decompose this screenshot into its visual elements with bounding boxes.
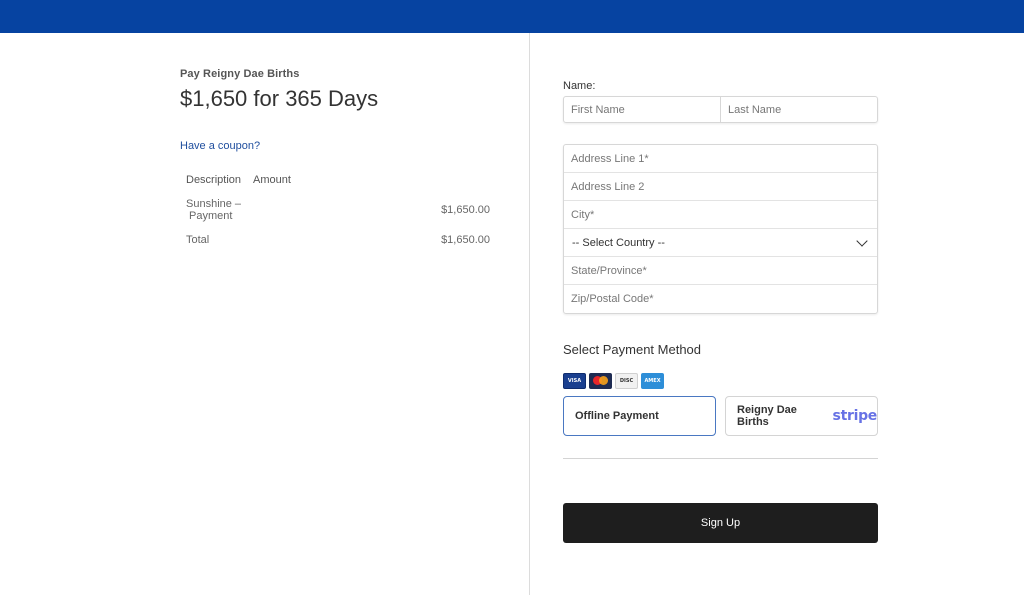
country-select-value: -- Select Country --	[572, 236, 665, 249]
stripe-logo: stripe	[832, 408, 878, 424]
state-input[interactable]	[564, 257, 877, 284]
discover-icon: DISC	[615, 373, 638, 389]
coupon-link[interactable]: Have a coupon?	[180, 140, 260, 152]
total-label: Total	[186, 234, 210, 246]
amex-icon: AMEX	[641, 373, 664, 389]
line-description: Sunshine – Payment	[186, 198, 242, 222]
description-header: Description	[186, 174, 242, 186]
price-title: $1,650 for 365 Days	[180, 86, 379, 111]
order-summary: Pay Reigny Dae Births $1,650 for 365 Day…	[180, 68, 500, 252]
zip-input[interactable]	[564, 285, 877, 313]
city-input[interactable]	[564, 201, 877, 228]
address-line-2-input[interactable]	[564, 173, 877, 200]
country-select[interactable]: -- Select Country --	[564, 229, 877, 257]
stripe-payment-option[interactable]: Reigny Dae Births stripe	[725, 396, 878, 436]
payment-method-title: Select Payment Method	[563, 342, 702, 357]
chevron-down-icon	[856, 234, 868, 247]
line-amount: $1,650.00	[441, 204, 490, 216]
name-label: Name:	[563, 80, 596, 92]
signup-form: Name: -- Select Country -- Select Paymen…	[563, 80, 878, 543]
column-divider	[529, 33, 530, 595]
amount-header: Amount	[253, 174, 291, 186]
mastercard-icon	[589, 373, 612, 389]
address-fields: -- Select Country --	[563, 144, 878, 314]
stripe-payment-label: Reigny Dae Births	[737, 404, 797, 428]
summary-table: Description Amount Sunshine – Payment $1…	[180, 168, 496, 252]
visa-icon: VISA	[563, 373, 586, 389]
first-name-input[interactable]	[564, 97, 720, 122]
name-fields	[563, 96, 878, 123]
offline-payment-option[interactable]: Offline Payment	[563, 396, 716, 436]
payment-methods: Offline Payment Reigny Dae Births stripe	[563, 396, 878, 436]
offline-payment-label: Offline Payment	[575, 410, 659, 422]
sign-up-button[interactable]: Sign Up	[563, 503, 878, 543]
total-row: Total $1,650.00	[180, 228, 496, 252]
total-amount: $1,650.00	[441, 234, 490, 246]
address-line-1-input[interactable]	[564, 145, 877, 172]
divider	[563, 458, 878, 459]
top-header-bar	[0, 0, 1024, 33]
table-row: Sunshine – Payment $1,650.00	[180, 192, 496, 228]
pay-label: Pay Reigny Dae Births	[180, 68, 300, 80]
card-logos: VISA DISC AMEX	[563, 373, 878, 389]
last-name-input[interactable]	[720, 97, 877, 122]
table-header-row: Description Amount	[180, 168, 496, 192]
